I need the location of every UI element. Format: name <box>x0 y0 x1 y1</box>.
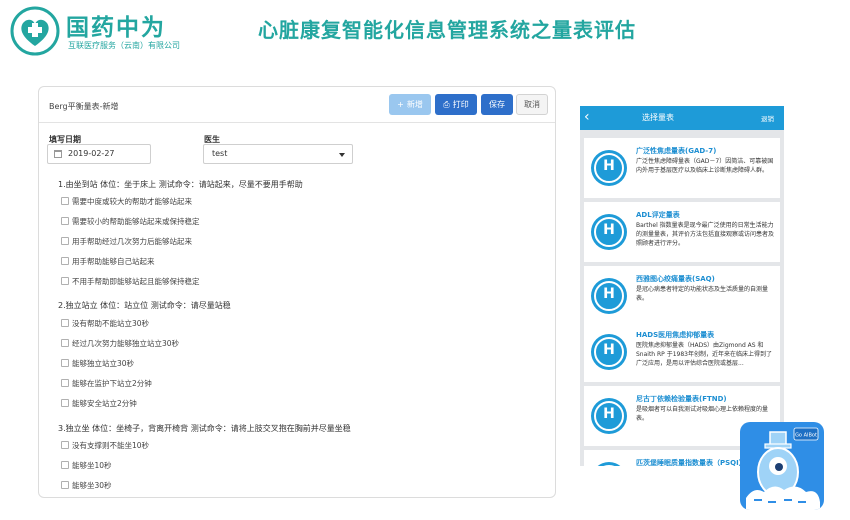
question-1: 1.由坐到站 体位：坐于床上 测试命令：请站起来，尽量不要用手帮助 <box>58 180 303 189</box>
plus-icon: + <box>397 100 404 109</box>
mascot-app-icon[interactable]: Go AIBot <box>740 422 824 510</box>
scale-form-panel: Berg平衡量表-新增 + 新增 ⎙ 打印 保存 取消 填写日期 2019-02-2… <box>38 86 556 498</box>
brand-logo: 国药中为 互联医疗服务（云南）有限公司 <box>8 4 198 56</box>
logout-link[interactable]: 退销 <box>761 113 774 123</box>
checkbox[interactable] <box>61 481 69 489</box>
checkbox[interactable] <box>61 359 69 367</box>
scale-list-item[interactable]: H ADL评定量表 Barthel 指数量表是现今最广泛使用的日常生活能力的测量… <box>584 202 780 262</box>
question-3: 3.独立坐 体位：坐椅子，背离开椅背 测试命令：请将上肢交叉抱在胸前并尽量坐稳 <box>58 424 351 433</box>
hospital-h-icon: H <box>591 150 627 186</box>
print-button[interactable]: ⎙ 打印 <box>435 94 477 115</box>
brand-subtitle: 互联医疗服务（云南）有限公司 <box>68 41 180 50</box>
form-header: Berg平衡量表-新增 + 新增 ⎙ 打印 保存 取消 <box>39 87 555 123</box>
save-button[interactable]: 保存 <box>481 94 513 115</box>
mascot-badge: Go AIBot <box>795 433 817 439</box>
mobile-header: ‹ 选择量表 退销 <box>580 106 784 130</box>
cancel-button[interactable]: 取消 <box>516 94 548 115</box>
back-arrow-icon[interactable]: ‹ <box>584 109 590 125</box>
checkbox[interactable] <box>61 379 69 387</box>
hospital-h-icon: H <box>591 214 627 250</box>
page-title: 心脏康复智能化信息管理系统之量表评估 <box>258 18 636 42</box>
chevron-down-icon <box>339 153 345 157</box>
add-button[interactable]: + 新增 <box>389 94 431 115</box>
mobile-title: 选择量表 <box>642 113 674 122</box>
mobile-app-screen: ‹ 选择量表 退销 H 广泛性焦虑量表(GAD-7) 广泛性焦虑障碍量表（GAD… <box>580 106 784 466</box>
checkbox[interactable] <box>61 217 69 225</box>
printer-icon: ⎙ <box>443 100 450 109</box>
hospital-h-icon: H <box>591 398 627 434</box>
checkbox[interactable] <box>61 277 69 285</box>
checkbox[interactable] <box>61 257 69 265</box>
hospital-h-icon: H <box>591 462 627 466</box>
hospital-h-icon: H <box>591 278 627 314</box>
date-field[interactable]: 2019-02-27 <box>47 144 151 164</box>
brand-name: 国药中为 <box>66 15 166 41</box>
heart-cross-logo-icon <box>10 6 60 56</box>
checkbox[interactable] <box>61 319 69 327</box>
doctor-select[interactable]: test <box>203 144 353 164</box>
scale-list-item[interactable]: H HADS医用焦虑抑郁量表 医院焦虑抑郁量表（HADS）由Zigmond AS… <box>584 322 780 382</box>
robot-mascot-icon: Go AIBot <box>746 427 820 510</box>
scale-list-item[interactable]: H 西雅图心绞痛量表(SAQ) 是冠心病患者特定的功能状态及生活质量的自测量表。 <box>584 266 780 326</box>
calendar-icon <box>54 150 62 158</box>
checkbox[interactable] <box>61 461 69 469</box>
doctor-value: test <box>212 149 228 158</box>
checkbox[interactable] <box>61 197 69 205</box>
date-value: 2019-02-27 <box>68 149 115 158</box>
checkbox[interactable] <box>61 339 69 347</box>
hospital-h-icon: H <box>591 334 627 370</box>
checkbox[interactable] <box>61 237 69 245</box>
question-2: 2.独立站立 体位：站立位 测试命令：请尽量站稳 <box>58 301 231 310</box>
checkbox[interactable] <box>61 399 69 407</box>
form-title: Berg平衡量表-新增 <box>49 102 119 111</box>
scale-list-item[interactable]: H 广泛性焦虑量表(GAD-7) 广泛性焦虑障碍量表（GAD－7）因简洁、可靠被… <box>584 138 780 198</box>
checkbox[interactable] <box>61 441 69 449</box>
